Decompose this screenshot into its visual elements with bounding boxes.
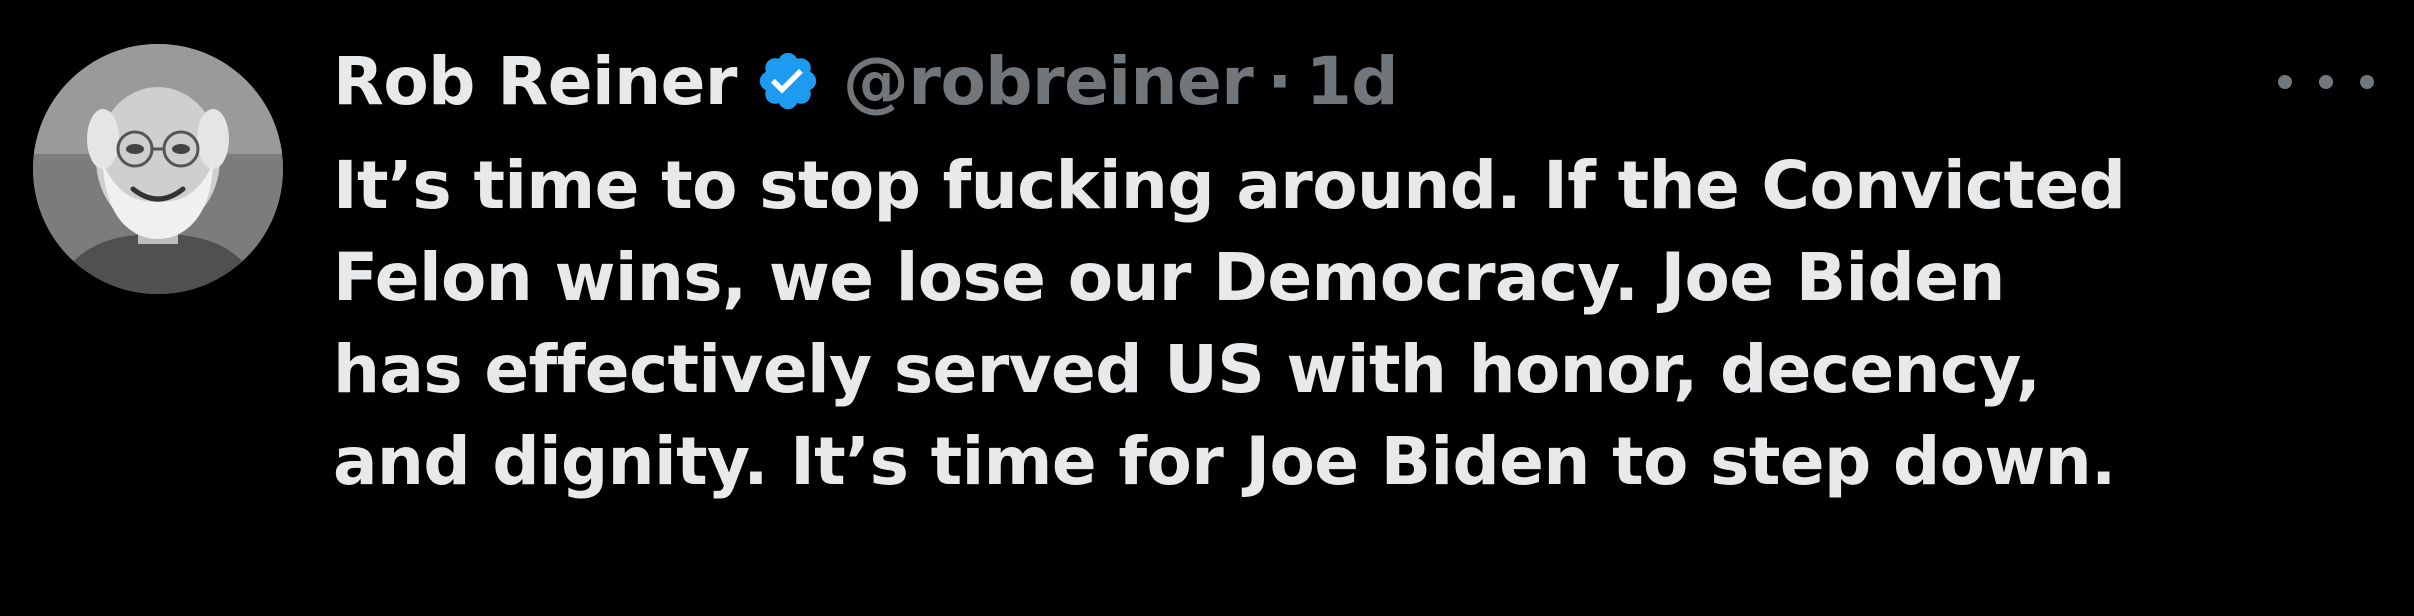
avatar-photo	[33, 44, 283, 294]
tweet-timestamp[interactable]: 1d	[1306, 43, 1399, 120]
header-separator: ·	[1267, 42, 1292, 120]
more-options-icon[interactable]	[2278, 62, 2374, 102]
tweet-text-line: and dignity. It’s time for Joe Biden to …	[333, 423, 2116, 500]
tweet[interactable]: Rob Reiner @robreiner · 1d It’s time to …	[0, 0, 2414, 616]
avatar[interactable]	[33, 44, 283, 294]
tweet-text-line: has effectively served US with honor, de…	[333, 331, 2041, 408]
tweet-text: It’s time to stop fucking around. If the…	[333, 140, 2383, 508]
author-display-name[interactable]: Rob Reiner	[333, 43, 737, 120]
more-dot	[2278, 75, 2292, 89]
more-dot	[2319, 75, 2333, 89]
verified-badge-icon[interactable]	[755, 48, 821, 114]
more-dot	[2360, 75, 2374, 89]
author-handle[interactable]: @robreiner	[843, 43, 1254, 120]
tweet-text-line: It’s time to stop fucking around. If the…	[333, 147, 2126, 224]
tweet-header: Rob Reiner @robreiner · 1d	[333, 36, 1399, 126]
tweet-text-line: Felon wins, we lose our Democracy. Joe B…	[333, 239, 2005, 316]
